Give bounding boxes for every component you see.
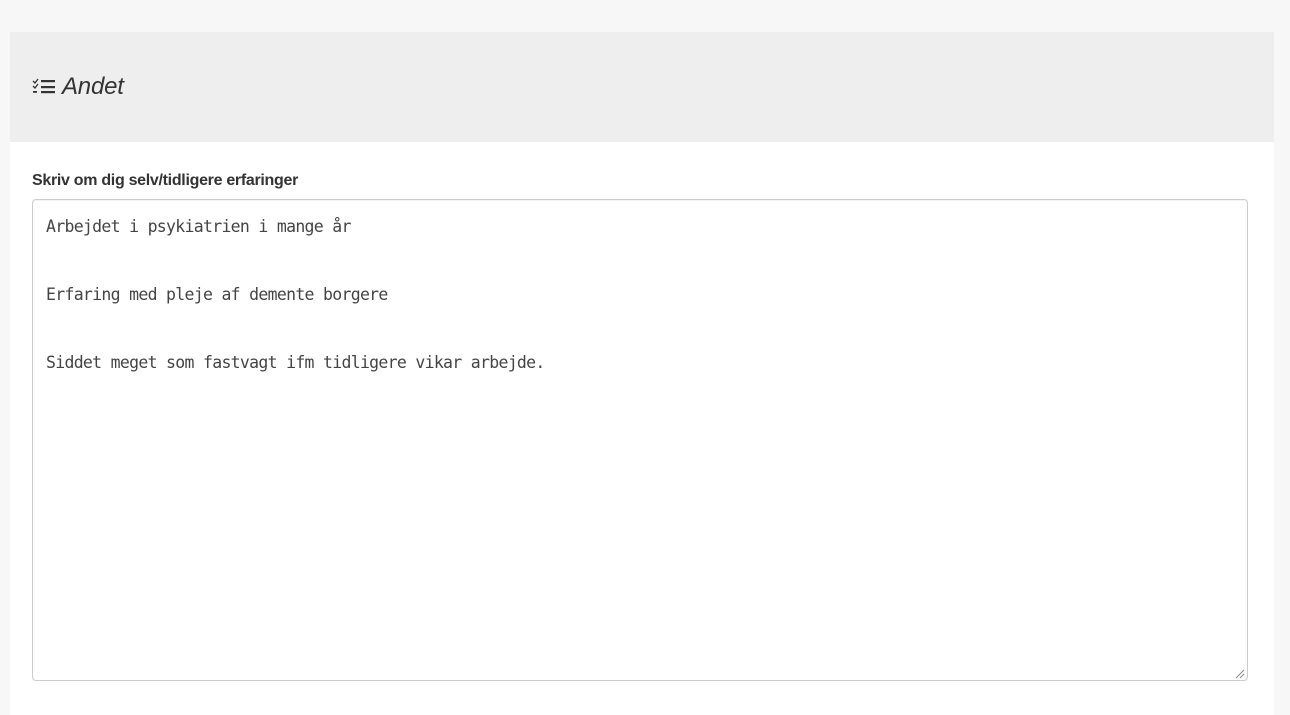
panel-title: Andet <box>62 73 124 100</box>
andet-panel: Andet Skriv om dig selv/tidligere erfari… <box>10 32 1274 715</box>
tasks-list-icon <box>32 77 59 97</box>
panel-body: Skriv om dig selv/tidligere erfaringer A… <box>10 142 1274 681</box>
panel-header: Andet <box>10 32 1274 142</box>
resize-handle-icon[interactable] <box>1233 666 1245 679</box>
page: Andet Skriv om dig selv/tidligere erfari… <box>0 0 1290 715</box>
experience-field-wrapper: Arbejdet i psykiatrien i mange år Erfari… <box>32 199 1248 681</box>
experience-label: Skriv om dig selv/tidligere erfaringer <box>32 172 299 189</box>
experience-textarea[interactable]: Arbejdet i psykiatrien i mange år Erfari… <box>32 199 1248 681</box>
